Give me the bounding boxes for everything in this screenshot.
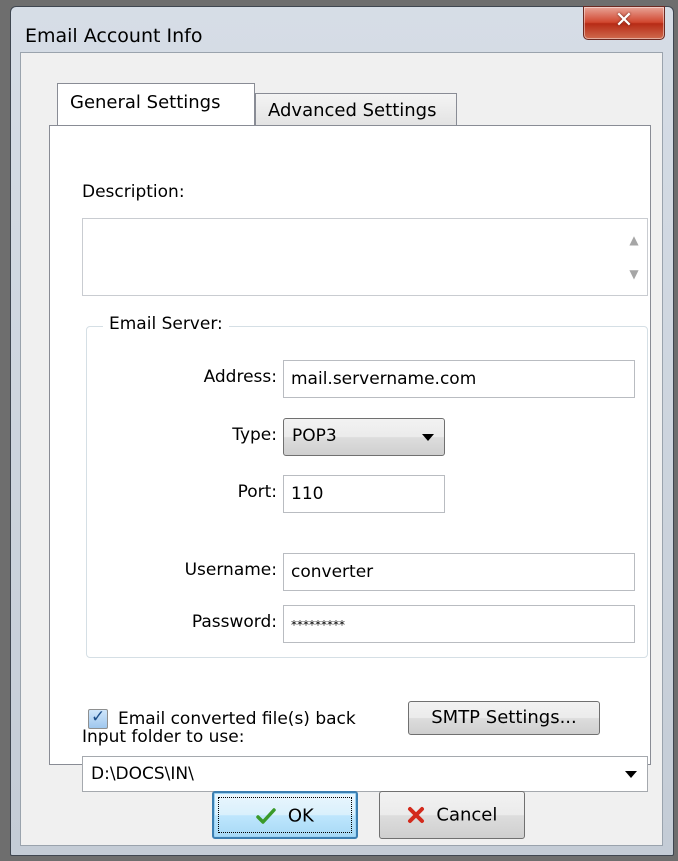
tab-advanced-settings[interactable]: Advanced Settings xyxy=(255,93,457,125)
email-back-label[interactable]: Email converted file(s) back xyxy=(118,709,356,729)
email-back-checkbox[interactable]: ✓ xyxy=(88,707,108,729)
scroll-down-arrow-icon[interactable]: ▼ xyxy=(621,267,647,281)
smtp-settings-button[interactable]: SMTP Settings... xyxy=(408,701,600,735)
general-settings-panel: Description: ▲ ▼ Email Server: Address: … xyxy=(49,125,651,792)
email-server-group: Email Server: Address: mail.servername.c… xyxy=(86,314,648,658)
cancel-label: Cancel xyxy=(436,804,498,826)
scroll-up-arrow-icon[interactable]: ▲ xyxy=(621,233,647,247)
address-input[interactable]: mail.servername.com xyxy=(283,360,635,398)
chevron-down-icon xyxy=(625,771,637,778)
tab-label: Advanced Settings xyxy=(268,100,437,121)
cancel-button[interactable]: Cancel xyxy=(379,791,525,839)
checkmark-icon: ✓ xyxy=(91,707,106,727)
input-folder-select[interactable]: D:\DOCS\IN\ xyxy=(82,756,648,792)
port-input[interactable]: 110 xyxy=(283,475,445,513)
email-server-legend: Email Server: xyxy=(103,314,229,334)
address-label: Address: xyxy=(203,367,277,387)
port-label: Port: xyxy=(237,482,277,502)
dialog-client-area: General Settings Advanced Settings Descr… xyxy=(20,52,663,846)
tab-label: General Settings xyxy=(70,92,221,113)
close-icon: ✕ xyxy=(614,8,634,33)
description-label: Description: xyxy=(82,182,185,202)
chevron-down-icon xyxy=(422,434,434,441)
window-title: Email Account Info xyxy=(25,25,203,47)
password-input[interactable]: ********* xyxy=(283,605,635,643)
close-button[interactable]: ✕ xyxy=(583,6,665,40)
server-type-select[interactable]: POP3 xyxy=(283,418,445,456)
email-account-info-dialog: Email Account Info ✕ General Settings Ad… xyxy=(10,6,674,856)
username-label: Username: xyxy=(184,560,277,580)
red-x-icon xyxy=(407,807,424,823)
type-label: Type: xyxy=(232,425,277,445)
input-folder-value: D:\DOCS\IN\ xyxy=(91,764,194,784)
input-folder-label: Input folder to use: xyxy=(82,727,245,747)
server-type-value: POP3 xyxy=(292,426,337,446)
description-textarea[interactable]: ▲ ▼ xyxy=(82,218,648,296)
password-label: Password: xyxy=(191,612,277,632)
username-input[interactable]: converter xyxy=(283,553,635,591)
description-scrollbar[interactable]: ▲ ▼ xyxy=(621,219,647,295)
focus-rectangle xyxy=(218,797,352,833)
tab-general-settings[interactable]: General Settings xyxy=(57,83,255,125)
ok-button[interactable]: OK xyxy=(212,791,358,839)
